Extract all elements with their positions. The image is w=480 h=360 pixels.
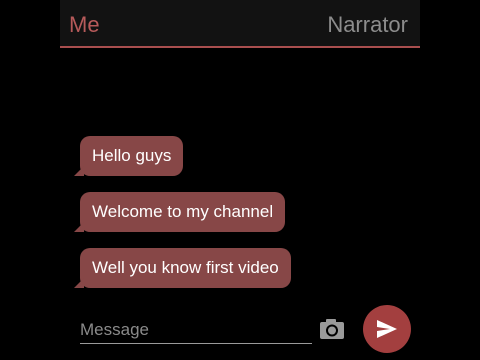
tab-narrator[interactable]: Narrator	[327, 12, 408, 38]
message-composer	[60, 305, 420, 360]
message-bubble: Well you know first video	[74, 248, 291, 288]
message-list: Hello guys Welcome to my channel Well yo…	[60, 50, 420, 290]
send-icon	[377, 320, 397, 338]
message-input[interactable]	[80, 317, 312, 344]
message-bubble: Hello guys	[73, 136, 184, 176]
chat-screen: Me Narrator Hello guys Welcome to my cha…	[60, 0, 420, 360]
camera-icon[interactable]	[318, 317, 346, 341]
tab-me[interactable]: Me	[69, 12, 100, 38]
message-bubble: Welcome to my channel	[73, 192, 286, 232]
send-button[interactable]	[363, 305, 411, 353]
header-bar: Me Narrator	[60, 0, 420, 48]
